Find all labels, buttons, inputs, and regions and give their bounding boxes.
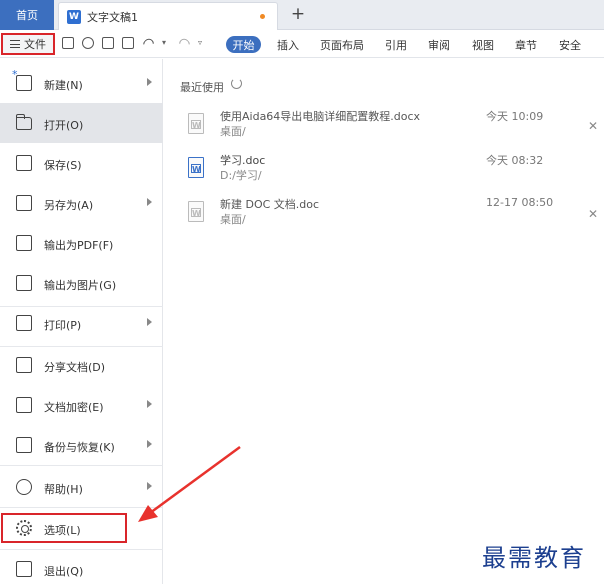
tab-references[interactable]: 引用	[385, 37, 407, 53]
menu-item-export-pdf[interactable]: 输出为PDF(F)	[0, 223, 163, 263]
tab-chapter[interactable]: 章节	[515, 37, 537, 53]
menu-item-label: 保存(S)	[44, 159, 82, 172]
backup-icon	[16, 437, 32, 453]
hamburger-icon	[10, 40, 20, 48]
redo-icon[interactable]	[178, 37, 190, 49]
submenu-arrow-icon	[147, 482, 152, 490]
menu-item-label: 新建(N)	[44, 79, 83, 92]
menu-item-label: 文档加密(E)	[44, 401, 104, 414]
unsaved-dot-icon	[260, 14, 265, 19]
tab-page-layout[interactable]: 页面布局	[320, 37, 364, 53]
recent-file-name: 使用Aida64导出电脑详细配置教程.docx	[220, 110, 421, 123]
undo-icon[interactable]	[142, 37, 154, 49]
tab-security[interactable]: 安全	[559, 37, 581, 53]
print-icon[interactable]	[102, 37, 114, 49]
submenu-arrow-icon	[147, 78, 152, 86]
recent-file-time: 今天 10:09	[486, 110, 544, 123]
tab-start[interactable]: 开始	[226, 36, 261, 53]
export-icon[interactable]	[82, 37, 94, 49]
undo-dropdown-icon[interactable]: ▾	[162, 37, 170, 49]
menu-item-backup[interactable]: 备份与恢复(K)	[0, 425, 163, 465]
menu-item-help[interactable]: 帮助(H)	[0, 467, 163, 507]
save-icon[interactable]	[62, 37, 74, 49]
menu-item-label: 退出(Q)	[44, 565, 84, 578]
submenu-arrow-icon	[147, 198, 152, 206]
file-menu-panel: 新建(N) 打开(O) 保存(S) 另存为(A) 输出为PDF(F) 输出为图片…	[0, 59, 163, 584]
recent-file-path: 桌面/	[220, 213, 246, 226]
menu-item-save[interactable]: 保存(S)	[0, 143, 163, 183]
remove-recent-icon[interactable]: ✕	[588, 119, 598, 133]
word-doc-icon: W	[67, 9, 81, 24]
menu-item-label: 备份与恢复(K)	[44, 441, 115, 454]
quick-access-toolbar: ▾ ▿	[62, 37, 206, 49]
print-icon	[16, 315, 32, 331]
doc-file-icon: W	[188, 157, 204, 178]
menu-item-print[interactable]: 打印(P)	[0, 303, 163, 343]
menu-item-new[interactable]: 新建(N)	[0, 63, 163, 103]
menu-item-share[interactable]: 分享文档(D)	[0, 345, 163, 385]
tab-home-label: 首页	[16, 9, 38, 22]
submenu-arrow-icon	[147, 318, 152, 326]
exit-icon	[16, 561, 32, 577]
new-tab-button[interactable]: +	[288, 3, 308, 25]
pdf-icon	[16, 235, 32, 251]
remove-recent-icon[interactable]: ✕	[588, 207, 598, 221]
recent-file-row[interactable]: W 学习.doc D:/学习/ 今天 08:32	[180, 151, 604, 195]
tab-insert[interactable]: 插入	[277, 37, 299, 53]
menu-item-exit[interactable]: 退出(Q)	[0, 549, 163, 584]
menu-item-save-as[interactable]: 另存为(A)	[0, 183, 163, 223]
menu-item-label: 打开(O)	[44, 119, 84, 132]
annotation-arrow-line	[149, 445, 241, 515]
menu-item-label: 打印(P)	[44, 319, 82, 332]
image-icon	[16, 275, 32, 291]
tab-review[interactable]: 审阅	[428, 37, 450, 53]
customize-toolbar-icon[interactable]: ▿	[198, 37, 206, 49]
print-preview-icon[interactable]	[122, 37, 134, 49]
title-bar: 首页 W 文字文稿1 +	[0, 0, 604, 30]
tab-document-title: 文字文稿1	[87, 10, 138, 24]
submenu-arrow-icon	[147, 400, 152, 408]
recent-file-time: 今天 08:32	[486, 154, 544, 167]
recent-file-name: 学习.doc	[220, 154, 266, 167]
file-menu-button[interactable]: 文件	[1, 33, 55, 55]
menu-item-export-image[interactable]: 输出为图片(G)	[0, 263, 163, 303]
tab-view[interactable]: 视图	[472, 37, 494, 53]
doc-file-icon: W	[188, 113, 204, 134]
recent-file-time: 12-17 08:50	[486, 196, 554, 209]
share-icon	[16, 357, 32, 373]
recent-file-row[interactable]: W 新建 DOC 文档.doc 桌面/ 12-17 08:50 ✕	[180, 195, 604, 239]
menu-item-label: 输出为图片(G)	[44, 279, 117, 292]
recent-file-path: D:/学习/	[220, 169, 262, 182]
menu-item-label: 帮助(H)	[44, 483, 83, 496]
recent-file-name: 新建 DOC 文档.doc	[220, 198, 320, 211]
menu-divider	[0, 465, 163, 466]
options-highlight-box	[1, 513, 127, 543]
submenu-arrow-icon	[147, 440, 152, 448]
recent-file-row[interactable]: W 使用Aida64导出电脑详细配置教程.docx 桌面/ 今天 10:09 ✕	[180, 107, 604, 151]
tab-home[interactable]: 首页	[0, 0, 54, 30]
save-icon	[16, 155, 32, 171]
menu-item-open[interactable]: 打开(O)	[0, 103, 163, 143]
help-icon	[16, 479, 32, 495]
menu-item-encrypt[interactable]: 文档加密(E)	[0, 385, 163, 425]
file-menu-label: 文件	[24, 38, 46, 51]
folder-icon	[16, 114, 32, 130]
save-as-icon	[16, 195, 32, 211]
recent-files-title: 最近使用	[180, 81, 224, 94]
recent-file-path: 桌面/	[220, 125, 246, 138]
encrypt-icon	[16, 397, 32, 413]
menu-item-label: 另存为(A)	[44, 199, 94, 212]
menu-item-label: 分享文档(D)	[44, 361, 106, 374]
menu-item-label: 输出为PDF(F)	[44, 239, 114, 252]
ribbon-bar: 文件 ▾ ▿ 开始 插入 页面布局 引用 审阅 视图 章节 安全	[0, 31, 604, 58]
tab-document[interactable]: W 文字文稿1	[58, 2, 278, 30]
doc-file-icon: W	[188, 201, 204, 222]
new-doc-icon	[12, 68, 32, 91]
refresh-icon[interactable]	[231, 78, 242, 89]
watermark-text: 最需教育	[482, 544, 586, 572]
